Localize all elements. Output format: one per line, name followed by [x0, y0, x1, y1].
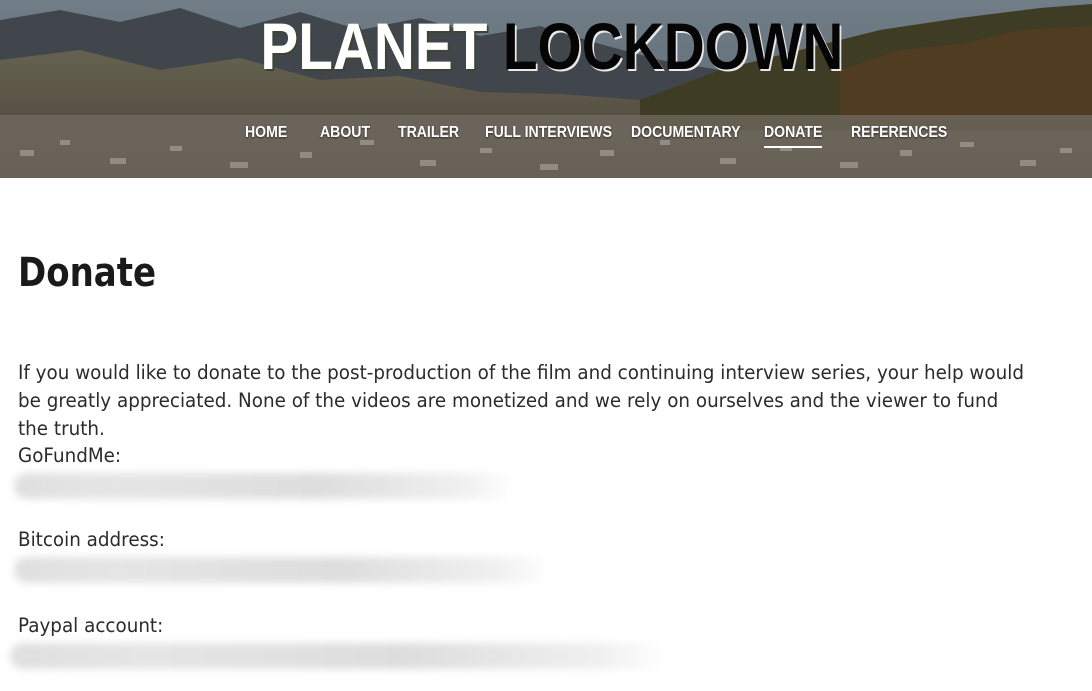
main-navigation: HOME ABOUT TRAILER FULL INTERVIEWS DOCUM… — [0, 122, 1092, 152]
bitcoin-address-redacted[interactable] — [14, 557, 550, 583]
paypal-account-redacted[interactable] — [10, 643, 666, 669]
nav-item-documentary[interactable]: DOCUMENTARY — [631, 122, 741, 144]
logo-word-planet: PLANET — [260, 9, 488, 83]
gofundme-link-redacted[interactable] — [14, 473, 514, 499]
site-logo[interactable]: PLANET LOCKDOWN — [82, 6, 1021, 86]
nav-item-full-interviews[interactable]: FULL INTERVIEWS — [485, 122, 612, 144]
page-title: Donate — [18, 250, 157, 296]
nav-item-donate[interactable]: DONATE — [764, 122, 823, 148]
nav-item-about[interactable]: ABOUT — [320, 122, 370, 144]
gofundme-label: GoFundMe: — [18, 444, 122, 467]
site-header: PLANET LOCKDOWN HOME ABOUT TRAILER FULL I… — [0, 0, 1092, 178]
nav-item-references[interactable]: REFERENCES — [851, 122, 947, 144]
donate-intro-text: If you would like to donate to the post-… — [18, 361, 1024, 440]
nav-item-home[interactable]: HOME — [245, 122, 287, 144]
bitcoin-address-label: Bitcoin address: — [18, 528, 165, 551]
logo-word-lockdown: LOCKDOWN — [502, 9, 844, 83]
paypal-account-label: Paypal account: — [18, 614, 164, 637]
nav-item-trailer[interactable]: TRAILER — [398, 122, 459, 144]
